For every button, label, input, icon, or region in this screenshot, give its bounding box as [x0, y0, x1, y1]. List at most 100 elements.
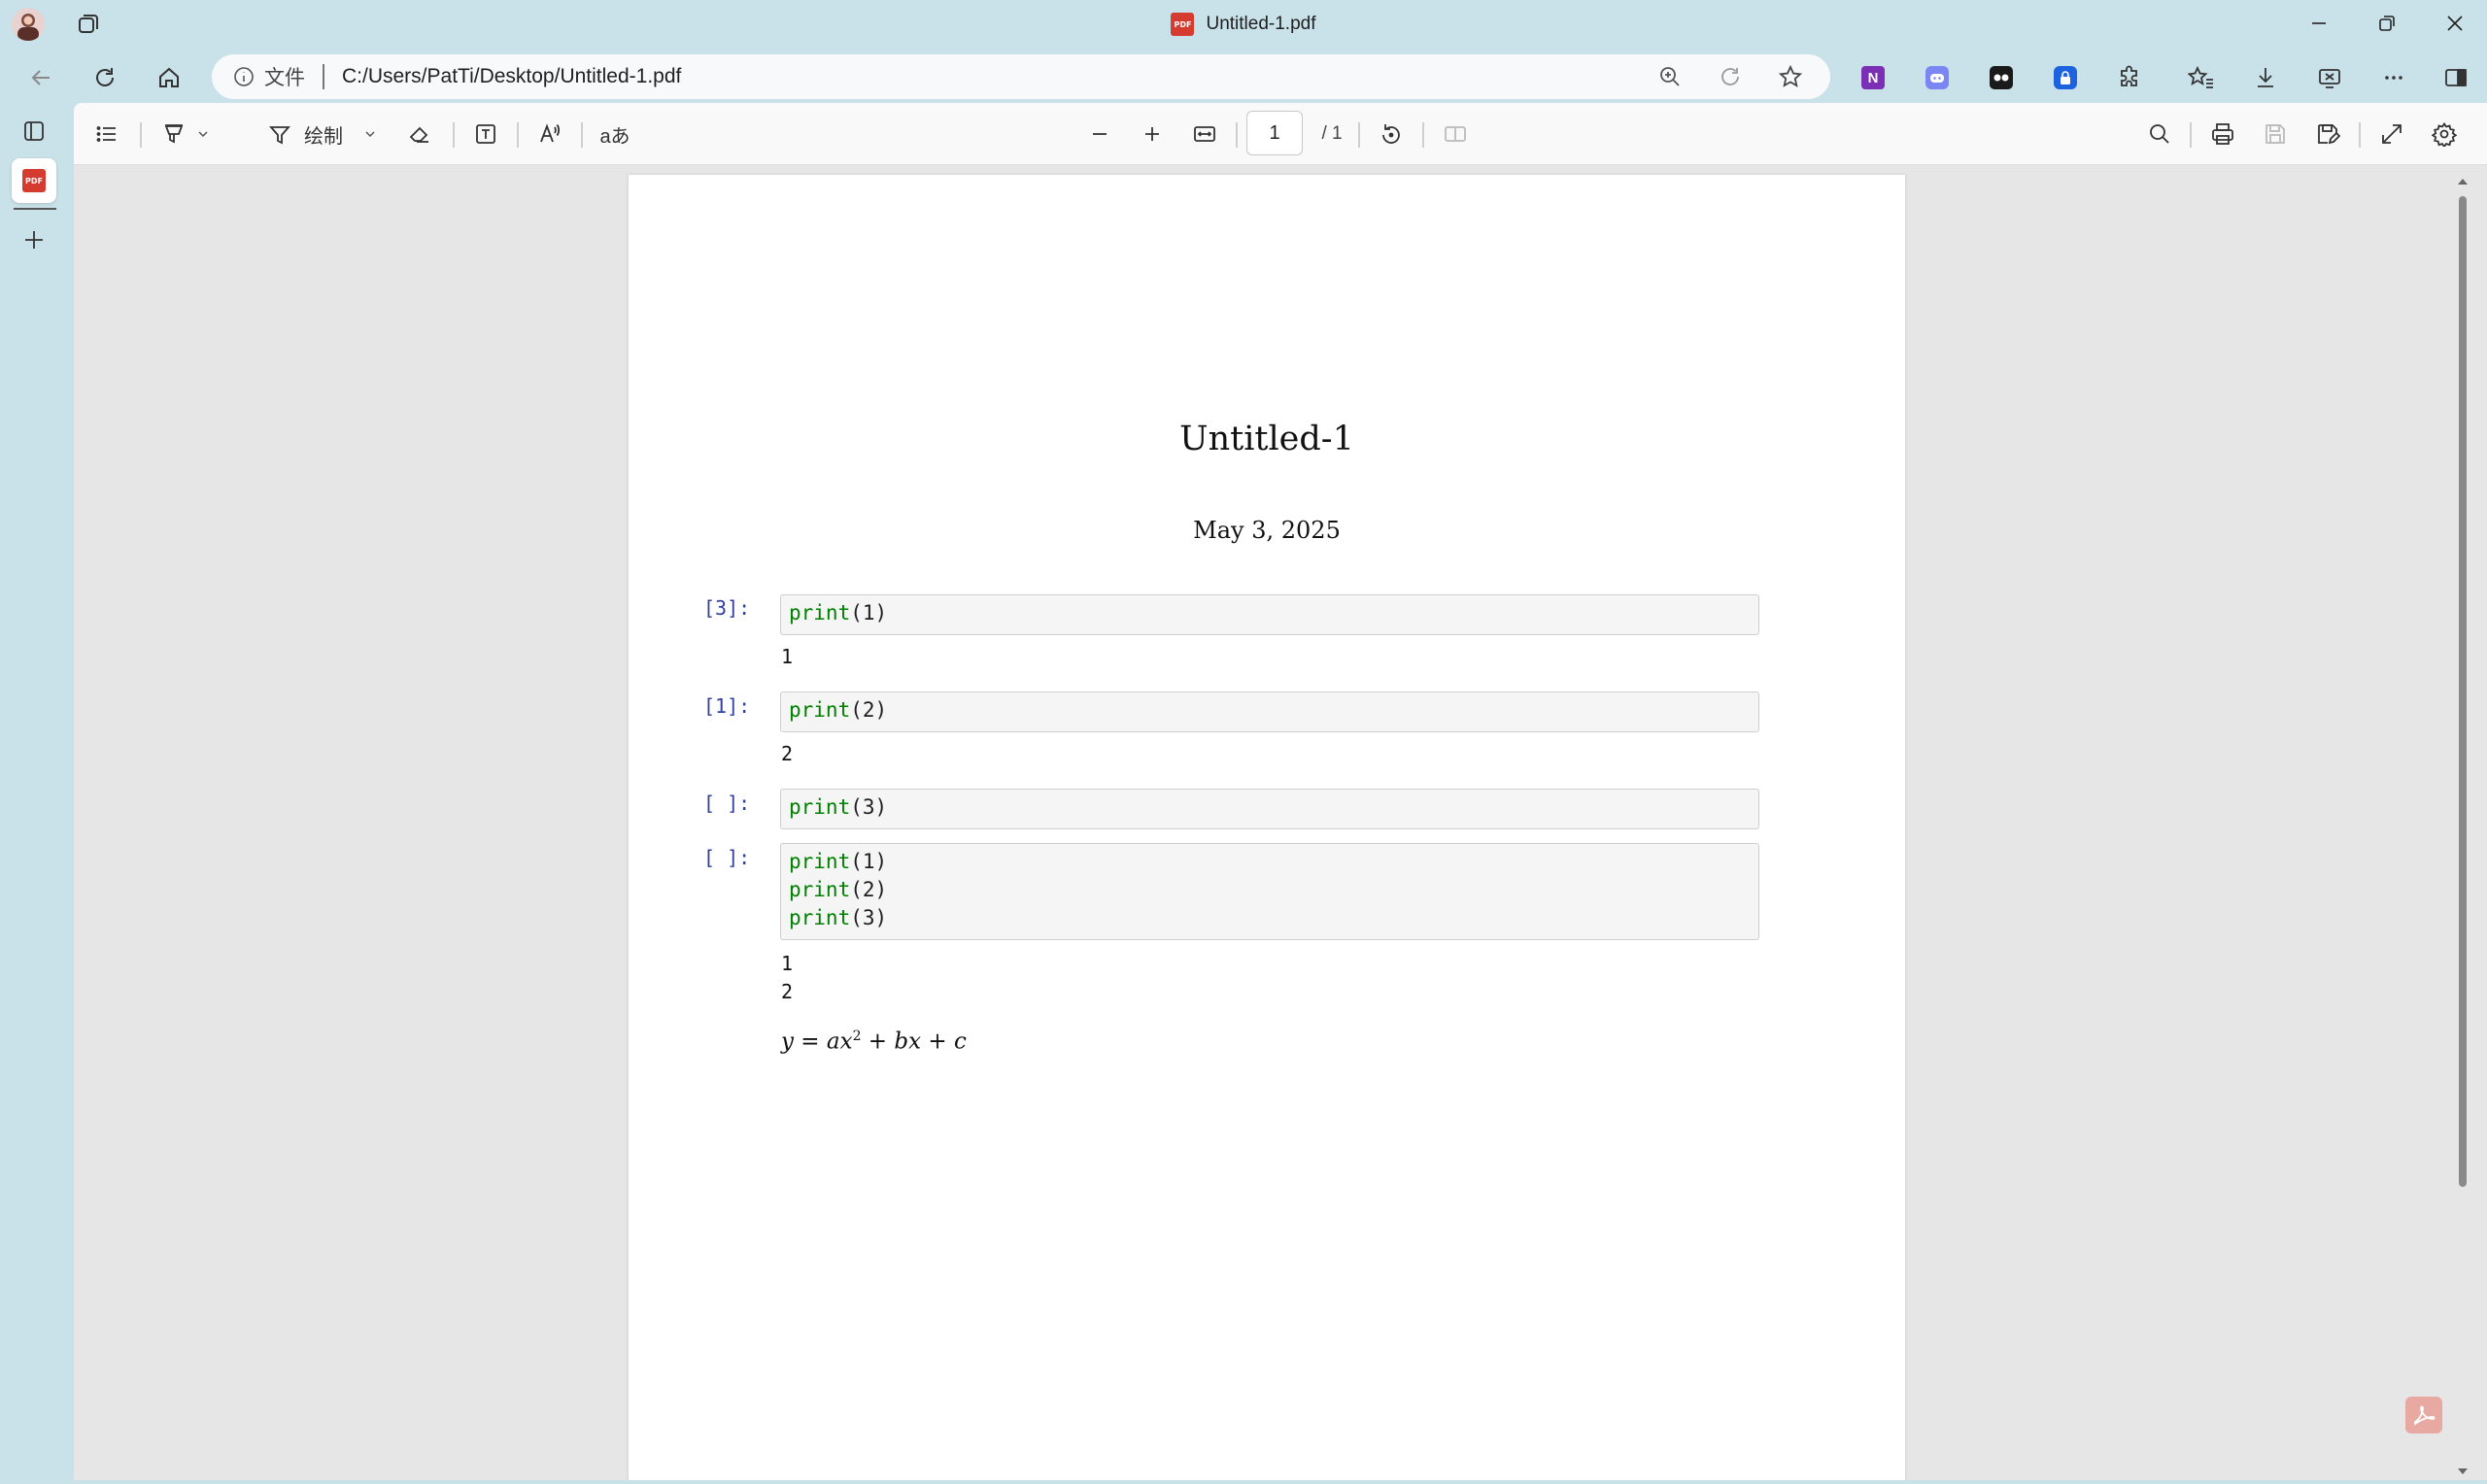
toolbar-separator	[2359, 122, 2361, 148]
tabs-panel-icon	[24, 121, 44, 141]
download-icon	[2258, 68, 2273, 87]
toolbar-separator	[2190, 122, 2192, 148]
vertical-tabs-button[interactable]	[12, 109, 56, 153]
scrollbar-thumb[interactable]	[2459, 196, 2467, 1187]
eraser-icon	[409, 126, 428, 143]
immersive-reader-button[interactable]	[1718, 64, 1743, 89]
page-number-input[interactable]	[1246, 111, 1303, 155]
document-date: May 3, 2025	[1193, 517, 1341, 544]
discord-extension[interactable]	[1916, 56, 1959, 99]
cell-output: 2	[781, 742, 794, 765]
code-line: print(1)	[789, 601, 888, 624]
fullscreen-button[interactable]	[2372, 115, 2411, 153]
more-button[interactable]	[2372, 56, 2415, 99]
scroll-down-icon[interactable]	[2454, 1465, 2471, 1478]
expand-icon	[2382, 124, 2402, 144]
save-button[interactable]	[2256, 115, 2295, 153]
url-text[interactable]: C:/Users/PatTi/Desktop/Untitled-1.pdf	[342, 65, 681, 88]
translate-button[interactable]: aあ	[591, 115, 639, 153]
shield-lock-icon	[2054, 66, 2077, 89]
cell-output: 1	[781, 952, 794, 975]
code-function: print	[789, 850, 851, 873]
add-text-button[interactable]	[466, 115, 505, 153]
print-button[interactable]	[2203, 115, 2242, 153]
onenote-extension[interactable]: N	[1852, 56, 1894, 99]
rotate-button[interactable]	[1372, 115, 1411, 153]
equation-exponent: 2	[852, 1029, 862, 1044]
cell-prompt: [3]:	[703, 596, 751, 620]
toolbar-separator	[1422, 122, 1424, 148]
minimize-button[interactable]	[2285, 0, 2353, 47]
code-argument: 2	[862, 878, 875, 901]
cell-output: 1	[781, 645, 794, 668]
code-cell: print(3)	[780, 789, 1759, 829]
title-bar: PDF Untitled-1.pdf	[0, 0, 2487, 49]
reader-extension[interactable]	[1980, 56, 2023, 99]
contents-button[interactable]	[87, 115, 126, 153]
plus-icon	[25, 231, 43, 249]
favorites-button[interactable]	[2180, 56, 2223, 99]
star-icon	[1778, 64, 1803, 87]
code-argument: 3	[862, 795, 875, 819]
fit-width-button[interactable]	[1185, 115, 1224, 153]
restore-button[interactable]	[2353, 0, 2421, 47]
fit-width-icon	[1194, 126, 1215, 142]
code-function: print	[789, 601, 851, 624]
two-page-icon	[1445, 126, 1466, 142]
bitwarden-extension[interactable]	[2044, 56, 2087, 99]
site-info[interactable]: 文件	[233, 62, 305, 91]
close-window-button[interactable]	[2421, 0, 2487, 47]
cell-prompt: [ ]:	[703, 792, 751, 815]
toolbar-separator	[517, 122, 519, 148]
screenshot-button[interactable]	[2308, 56, 2351, 99]
equation: y = ax2 + bx + c	[781, 1029, 967, 1055]
rotate-icon	[1382, 124, 1400, 144]
code-line: print(1)	[789, 850, 888, 873]
chevron-down-icon	[198, 131, 208, 138]
home-button[interactable]	[148, 56, 190, 99]
address-prefix: 文件	[264, 67, 305, 89]
toolbar-separator	[1236, 122, 1238, 148]
erase-button[interactable]	[400, 115, 439, 153]
vertical-scrollbar[interactable]	[2454, 175, 2471, 1476]
code-cell: print(1)	[780, 594, 1759, 635]
scroll-up-icon[interactable]	[2454, 175, 2471, 188]
draw-button[interactable]: 绘制	[251, 115, 359, 153]
back-arrow-icon	[31, 70, 50, 85]
highlight-button[interactable]	[152, 115, 220, 153]
zoom-out-button[interactable]	[1080, 115, 1119, 153]
pdf-file-icon: PDF	[1171, 13, 1195, 36]
refresh-button[interactable]	[84, 56, 126, 99]
favorite-button[interactable]	[1778, 64, 1803, 89]
code-line: print(2)	[789, 698, 888, 722]
back-button[interactable]	[19, 56, 62, 99]
read-aloud-icon	[540, 123, 560, 143]
sidebar-toggle-button[interactable]	[2435, 56, 2477, 99]
new-tab-button[interactable]	[12, 218, 56, 262]
find-button[interactable]	[2140, 115, 2179, 153]
pdf-tab-icon: PDF	[22, 169, 46, 192]
minus-icon	[1093, 133, 1107, 135]
page-view-button[interactable]	[1436, 115, 1475, 153]
acrobat-button[interactable]	[2405, 1397, 2442, 1433]
save-as-button[interactable]	[2308, 115, 2347, 153]
extensions-button[interactable]	[2108, 56, 2151, 99]
home-icon	[159, 67, 179, 87]
read-aloud-button[interactable]	[530, 115, 569, 153]
document-title: Untitled-1	[1179, 420, 1354, 458]
zoom-in-button[interactable]	[1133, 115, 1172, 153]
zoom-button[interactable]	[1657, 64, 1683, 89]
equation-rhs: + bx + c	[861, 1029, 967, 1055]
cell-prompt: [1]:	[703, 694, 751, 718]
draw-options-button[interactable]	[356, 115, 385, 153]
save-icon	[2266, 124, 2285, 144]
code-cell: print(2)	[780, 691, 1759, 732]
list-icon	[96, 126, 116, 142]
minimize-icon	[2312, 22, 2326, 24]
downloads-button[interactable]	[2244, 56, 2287, 99]
tab-untitled-pdf[interactable]: PDF	[12, 158, 56, 203]
settings-button[interactable]	[2425, 115, 2464, 153]
pdf-viewer: 绘制 aあ / 1	[74, 103, 2487, 1480]
address-bar[interactable]: 文件 C:/Users/PatTi/Desktop/Untitled-1.pdf	[212, 54, 1830, 99]
search-icon	[2150, 124, 2169, 144]
